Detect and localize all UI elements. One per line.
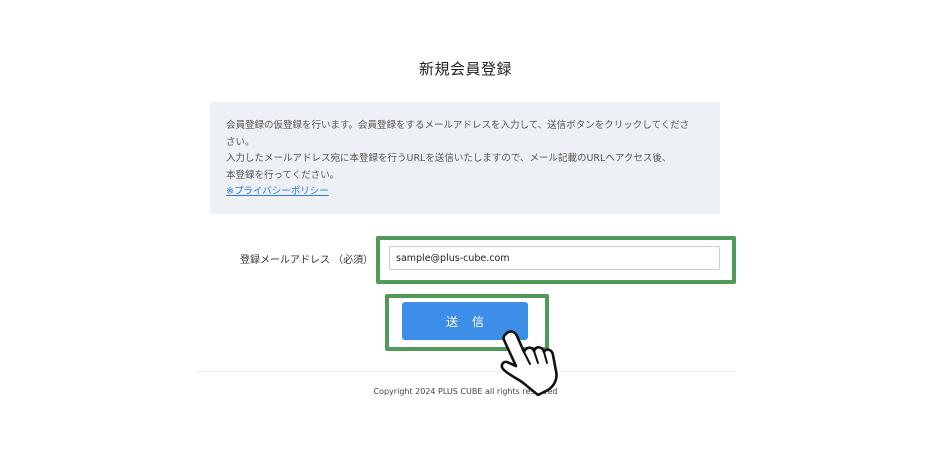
notice-box: 会員登録の仮登録を行います。会員登録をするメールアドレスを入力して、送信ボタンを…: [210, 102, 720, 214]
footer-divider: [195, 371, 735, 372]
privacy-policy-link[interactable]: ※プライバシーポリシー: [226, 186, 329, 197]
email-form-row: 登録メールアドレス （必須）: [0, 236, 931, 284]
notice-line-3: 入力したメールアドレス宛に本登録を行うURLを送信いたしますので、メール記載のU…: [226, 153, 672, 164]
email-label: 登録メールアドレス （必須）: [240, 255, 374, 266]
notice-line-2: さい。: [226, 136, 255, 148]
registration-page: 新規会員登録 会員登録の仮登録を行います。会員登録をするメールアドレスを入力して…: [0, 0, 931, 450]
submit-button[interactable]: 送信: [402, 302, 528, 340]
notice-line-1: 会員登録の仮登録を行います。会員登録をするメールアドレスを入力して、送信ボタンを…: [226, 120, 690, 131]
copyright-text: Copyright 2024 PLUS CUBE all rights rese…: [373, 387, 558, 396]
notice-line-4: 本登録を行ってください。: [226, 169, 340, 181]
page-title: 新規会員登録: [418, 60, 512, 78]
email-field[interactable]: [389, 246, 720, 270]
